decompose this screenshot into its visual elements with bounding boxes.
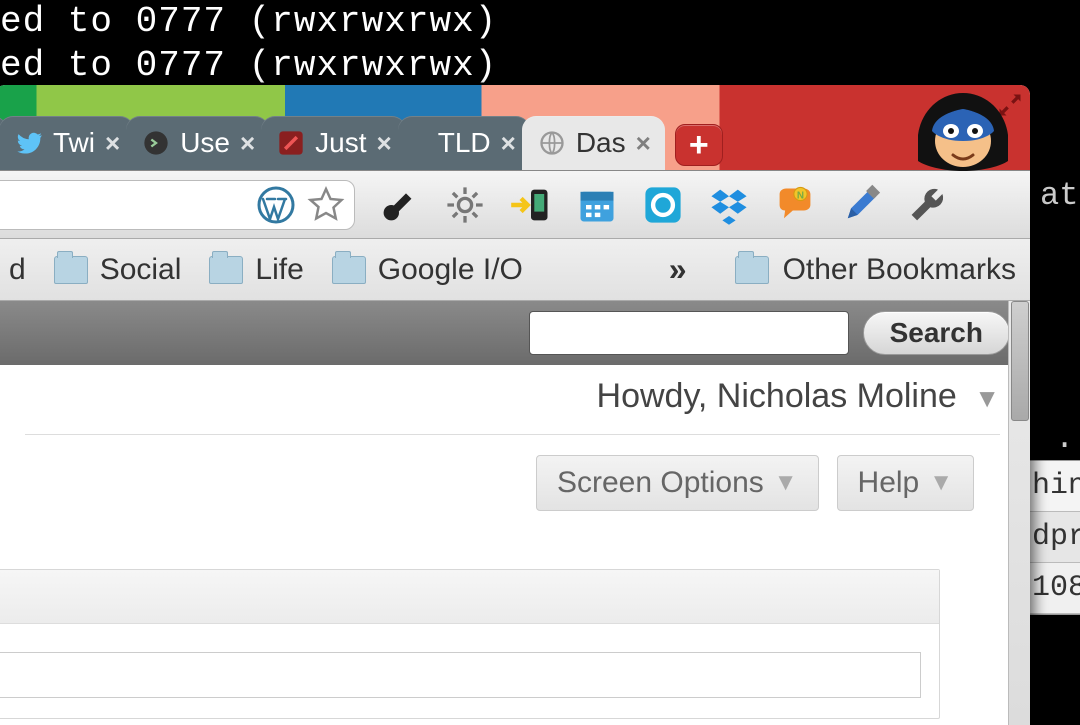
terminal-line: ed to 0777 (rwxrwxrwx) bbox=[0, 0, 1080, 44]
close-icon[interactable]: × bbox=[377, 128, 392, 159]
folder-icon bbox=[54, 256, 88, 284]
page-content: Search Howdy, Nicholas Moline ▼ Screen O… bbox=[0, 301, 1030, 725]
browser-window: × Twi × Use × Just × TLD × bbox=[0, 85, 1030, 725]
app-icon bbox=[277, 129, 305, 157]
list-item[interactable]: hinx bbox=[1028, 461, 1080, 512]
tab-label: TLD bbox=[438, 127, 491, 159]
chevron-down-icon: ▼ bbox=[774, 469, 798, 497]
screen-options-button[interactable]: Screen Options▼ bbox=[536, 455, 819, 511]
text-input[interactable] bbox=[0, 652, 921, 698]
search-button[interactable]: Search bbox=[863, 311, 1010, 355]
folder-icon bbox=[209, 256, 243, 284]
chevron-down-icon: ▼ bbox=[929, 469, 953, 497]
close-icon[interactable]: × bbox=[240, 128, 255, 159]
bookmark-label: Life bbox=[255, 253, 303, 287]
tab-label: Just bbox=[315, 127, 366, 159]
globe-icon bbox=[538, 129, 566, 157]
mascot-avatar-icon[interactable] bbox=[918, 85, 1008, 171]
wp-admin-bar: Search bbox=[0, 301, 1030, 365]
gear-icon[interactable] bbox=[443, 183, 487, 227]
tab[interactable]: Just × bbox=[261, 116, 406, 170]
key-icon[interactable] bbox=[377, 183, 421, 227]
tab-label: Use bbox=[180, 127, 230, 159]
twitter-icon bbox=[15, 129, 43, 157]
shell-icon bbox=[142, 129, 170, 157]
dashboard-widget bbox=[0, 569, 940, 719]
close-icon[interactable]: × bbox=[501, 128, 516, 159]
star-icon[interactable] bbox=[306, 185, 346, 225]
tab-label: Das bbox=[576, 127, 626, 159]
scrollbar-thumb[interactable] bbox=[1011, 301, 1029, 421]
wordpress-icon[interactable] bbox=[256, 185, 296, 225]
chevron-down-icon: ▼ bbox=[974, 383, 1000, 413]
dropbox-icon[interactable] bbox=[707, 183, 751, 227]
terminal-line: ed to 0777 (rwxrwxrwx) bbox=[0, 44, 1080, 88]
list-item[interactable]: dpre bbox=[1028, 512, 1080, 563]
bookmark-label: Social bbox=[100, 253, 182, 287]
mobile-send-icon[interactable] bbox=[509, 183, 553, 227]
close-icon[interactable]: × bbox=[636, 128, 651, 159]
page-options: Screen Options▼ Help▼ bbox=[0, 435, 1030, 535]
tab-label: Twi bbox=[53, 127, 95, 159]
chat-icon[interactable]: N bbox=[773, 183, 817, 227]
extension-icons: N bbox=[377, 183, 949, 227]
new-tab-button[interactable]: + bbox=[675, 124, 723, 166]
close-icon[interactable]: × bbox=[105, 128, 120, 159]
tab-twitter[interactable]: Twi × bbox=[0, 116, 134, 170]
tab-active[interactable]: Das × bbox=[522, 116, 665, 170]
svg-text:N: N bbox=[797, 190, 804, 201]
bookmark-label: Google I/O bbox=[378, 253, 523, 287]
bookmarks-overflow-icon[interactable]: » bbox=[669, 251, 687, 288]
bookmark-folder[interactable]: Life bbox=[209, 253, 303, 287]
list-item[interactable]: 108 bbox=[1028, 563, 1080, 614]
circle-target-icon[interactable] bbox=[641, 183, 685, 227]
other-bookmarks[interactable]: Other Bookmarks bbox=[735, 253, 1016, 287]
bookmark-folder[interactable]: Google I/O bbox=[332, 253, 523, 287]
bookmark-fragment[interactable]: d bbox=[9, 253, 26, 287]
file-listing-window: hinx dpre 108 bbox=[1027, 460, 1080, 615]
calendar-icon[interactable] bbox=[575, 183, 619, 227]
help-button[interactable]: Help▼ bbox=[837, 455, 974, 511]
scrollbar[interactable] bbox=[1008, 301, 1030, 725]
widget-header[interactable] bbox=[0, 570, 939, 624]
bookmark-label: Other Bookmarks bbox=[783, 253, 1016, 287]
tab-strip: × Twi × Use × Just × TLD × bbox=[0, 85, 1030, 171]
terminal-fragment: . bbox=[1055, 420, 1074, 457]
greeting-text: Howdy, Nicholas Moline bbox=[597, 377, 957, 415]
tabs: × Twi × Use × Just × TLD × bbox=[0, 114, 723, 170]
tab[interactable]: Use × bbox=[126, 116, 269, 170]
tab[interactable]: TLD × bbox=[398, 116, 530, 170]
terminal-fragment: at bbox=[1040, 177, 1078, 214]
folder-icon bbox=[332, 256, 366, 284]
folder-icon bbox=[735, 256, 769, 284]
search-input[interactable] bbox=[529, 311, 849, 355]
user-greeting[interactable]: Howdy, Nicholas Moline ▼ bbox=[0, 365, 1030, 434]
bookmarks-bar: d Social Life Google I/O » Other Bookmar… bbox=[0, 239, 1030, 301]
wrench-icon[interactable] bbox=[905, 183, 949, 227]
browser-toolbar: N bbox=[0, 171, 1030, 239]
address-bar[interactable] bbox=[0, 180, 355, 230]
edit-icon[interactable] bbox=[839, 183, 883, 227]
bookmark-folder[interactable]: Social bbox=[54, 253, 182, 287]
